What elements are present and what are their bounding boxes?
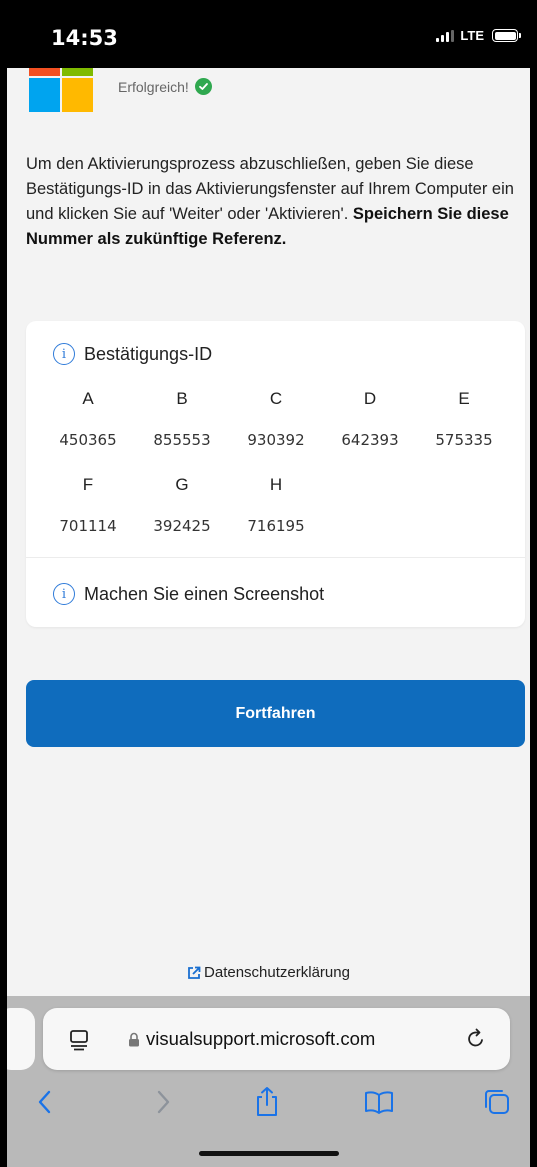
browser-page: 14:53 LTE Erfolgreich! Um den Aktivierun… <box>7 0 530 1167</box>
id-group-value: 716195 <box>247 517 305 535</box>
id-group-value: 642393 <box>341 431 399 449</box>
id-group-h: H 716195 <box>238 473 314 559</box>
card-title: Bestätigungs-ID <box>84 343 213 364</box>
id-group-letter: E <box>458 389 470 408</box>
id-group-value: 930392 <box>247 431 305 449</box>
page-menu-icon[interactable] <box>68 1029 90 1051</box>
tabs-button[interactable] <box>477 1082 517 1122</box>
privacy-link-text: Datenschutzerklärung <box>204 964 350 981</box>
network-type: LTE <box>460 28 484 43</box>
address-bar[interactable]: visualsupport.microsoft.com <box>43 1008 510 1070</box>
check-circle-icon <box>194 78 212 95</box>
id-group-a: A 450365 <box>50 387 126 473</box>
screenshot-hint-text: Machen Sie einen Screenshot <box>84 583 325 604</box>
signal-icon <box>436 29 455 42</box>
info-icon: i <box>53 583 75 605</box>
privacy-link[interactable]: Datenschutzerklärung <box>7 964 530 981</box>
id-group-value: 392425 <box>153 517 211 535</box>
screenshot-hint: i Machen Sie einen Screenshot <box>53 583 324 605</box>
id-group-letter: C <box>269 389 283 408</box>
reload-icon[interactable] <box>464 1027 488 1051</box>
id-group-letter: G <box>175 475 189 494</box>
url-text: visualsupport.microsoft.com <box>146 1028 376 1049</box>
share-button[interactable] <box>247 1082 287 1122</box>
status-time: 14:53 <box>51 26 118 50</box>
id-group-letter: F <box>82 475 94 494</box>
id-group-value: 855553 <box>153 431 211 449</box>
previous-tab-preview[interactable] <box>7 1008 35 1070</box>
id-group-g: G 392425 <box>144 473 220 559</box>
battery-icon <box>492 29 521 42</box>
book-icon <box>365 1091 393 1114</box>
id-group-c: C 930392 <box>238 387 314 473</box>
card-divider <box>26 557 525 558</box>
id-group-letter: H <box>269 475 283 494</box>
id-group-f: F 701114 <box>50 473 126 559</box>
bookmarks-button[interactable] <box>359 1082 399 1122</box>
url-display[interactable]: visualsupport.microsoft.com <box>128 1028 375 1050</box>
browser-toolbar: visualsupport.microsoft.com <box>7 996 530 1167</box>
id-group-e: E 575335 <box>426 387 502 473</box>
id-group-letter: B <box>176 389 188 408</box>
confirmation-id-grid: A 450365 B 855553 C 930392 D 642393 E 57… <box>50 387 520 559</box>
confirmation-id-card: i Bestätigungs-ID A 450365 B 855553 C 93… <box>26 321 525 627</box>
continue-button[interactable]: Fortfahren <box>26 680 525 747</box>
card-header: i Bestätigungs-ID <box>53 343 212 365</box>
external-link-icon <box>188 966 201 979</box>
share-icon <box>257 1087 277 1116</box>
info-icon: i <box>53 343 75 365</box>
tabs-icon <box>485 1090 509 1114</box>
id-group-letter: A <box>82 389 94 408</box>
forward-button[interactable] <box>143 1082 183 1122</box>
back-button[interactable] <box>25 1082 65 1122</box>
id-group-letter: D <box>363 389 377 408</box>
status-bar: 14:53 LTE <box>7 0 530 68</box>
id-group-value: 450365 <box>59 431 117 449</box>
chevron-right-icon <box>157 1090 170 1114</box>
success-text: Erfolgreich! <box>118 78 189 95</box>
id-group-d: D 642393 <box>332 387 408 473</box>
success-status: Erfolgreich! <box>118 78 212 95</box>
microsoft-logo <box>29 68 93 112</box>
navigation-toolbar <box>7 1082 530 1122</box>
lock-icon <box>129 1032 139 1046</box>
id-group-b: B 855553 <box>144 387 220 473</box>
status-indicators: LTE <box>436 28 521 43</box>
chevron-left-icon <box>38 1090 51 1114</box>
instructions-text: Um den Aktivierungsprozess abzuschließen… <box>26 152 516 252</box>
id-group-value: 701114 <box>59 517 117 535</box>
id-group-value: 575335 <box>435 431 493 449</box>
home-indicator[interactable] <box>199 1151 339 1156</box>
